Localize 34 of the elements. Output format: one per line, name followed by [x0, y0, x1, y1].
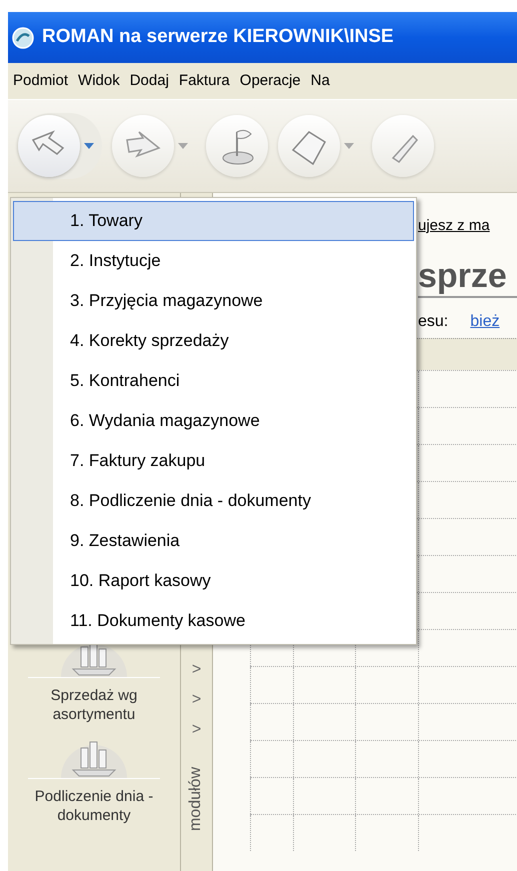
menu-option[interactable]: 8. Podliczenie dnia - dokumenty	[13, 481, 414, 521]
menu-option[interactable]: 11. Dokumenty kasowe	[13, 601, 414, 641]
toolbar-button[interactable]	[18, 113, 102, 179]
top-link[interactable]: ujesz z ma	[418, 215, 517, 238]
menu-item[interactable]: Na	[306, 70, 335, 92]
toolbar-button[interactable]	[372, 113, 434, 179]
menu-option[interactable]: 9. Zestawienia	[13, 521, 414, 561]
chevron-text: >	[192, 690, 202, 710]
caret-icon	[178, 143, 188, 149]
toolbar-button[interactable]	[206, 113, 268, 179]
menu-item[interactable]: Dodaj	[124, 70, 174, 92]
caret-icon	[84, 143, 94, 149]
menu-option[interactable]: 4. Korekty sprzedaży	[13, 321, 414, 361]
window-title: ROMAN na serwerze KIEROWNIK\INSE	[42, 25, 394, 50]
chevron-text: >	[192, 660, 202, 680]
menu-option[interactable]: 6. Wydania magazynowe	[13, 401, 414, 441]
menu-option[interactable]: 10. Raport kasowy	[13, 561, 414, 601]
menu-option[interactable]: 3. Przyjęcia magazynowe	[13, 281, 414, 321]
app-logo-icon	[12, 26, 34, 48]
menu-item[interactable]: Podmiot	[8, 70, 74, 92]
menu-option[interactable]: 2. Instytucje	[13, 241, 414, 281]
caret-icon	[344, 143, 354, 149]
menu-item[interactable]: Faktura	[174, 70, 235, 92]
filter-link[interactable]: bież	[470, 310, 500, 334]
menu-item[interactable]: Operacje	[234, 70, 306, 92]
menu-item[interactable]: Widok	[73, 70, 125, 92]
module-label[interactable]: Podliczenie dnia - dokumenty	[9, 787, 179, 825]
menu-option[interactable]: 5. Kontrahenci	[13, 361, 414, 401]
module-label[interactable]: Sprzedaż wg asortymentu	[9, 686, 179, 724]
filter-label: esu:	[418, 312, 448, 332]
menu-option[interactable]: 1. Towary	[13, 201, 414, 241]
menu-option[interactable]: 7. Faktury zakupu	[13, 441, 414, 481]
strip-label: modułów	[186, 766, 206, 832]
chevron-text: >	[192, 720, 202, 740]
